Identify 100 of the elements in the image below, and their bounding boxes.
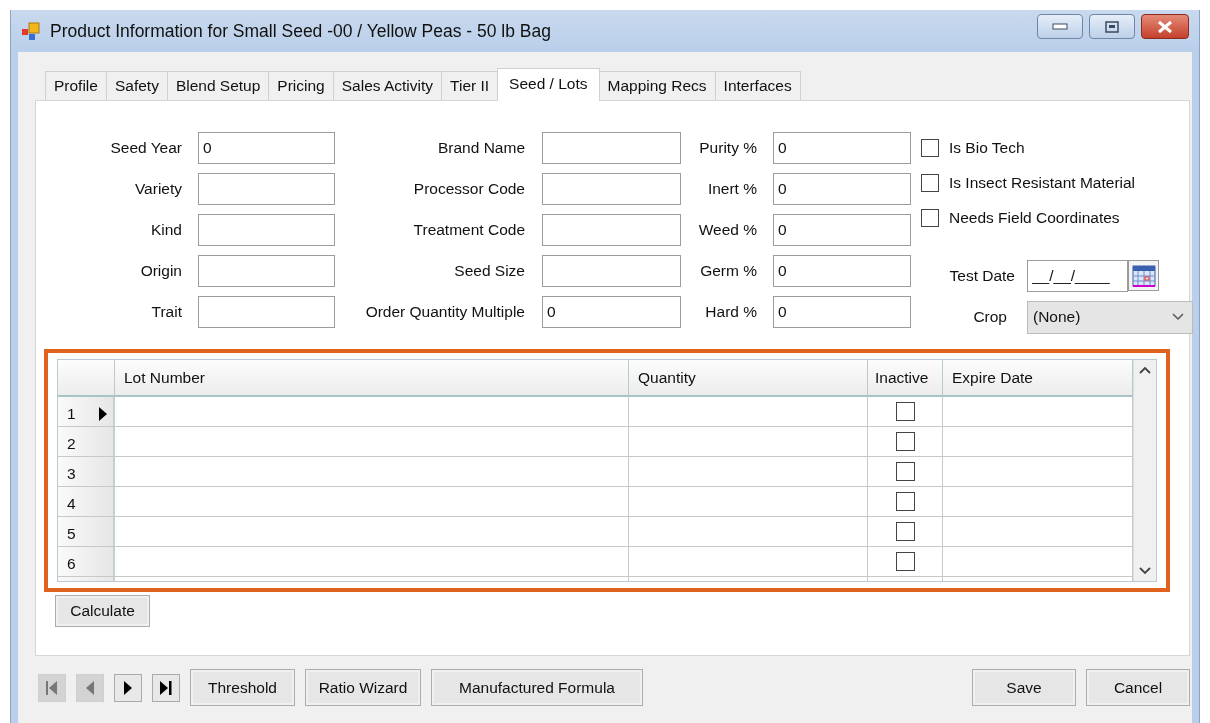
tab[interactable]: Seed / Lots [497, 68, 600, 101]
cancel-button[interactable]: Cancel [1086, 669, 1190, 706]
table-cell[interactable] [115, 517, 629, 547]
checkbox[interactable] [895, 462, 915, 481]
next-record-button[interactable] [114, 673, 142, 702]
checkbox[interactable] [895, 552, 915, 571]
field-label: Order Quantity Multiple [364, 302, 525, 321]
table-cell[interactable] [115, 427, 629, 457]
table-cell[interactable] [629, 487, 868, 517]
text-field[interactable]: 0 [773, 296, 911, 328]
table-cell[interactable] [629, 517, 868, 547]
footer-button[interactable]: Manufactured Formula [431, 669, 643, 706]
row-header[interactable]: 6 [58, 547, 115, 577]
text-field[interactable] [542, 132, 681, 164]
column-header[interactable]: Expire Date [943, 360, 1133, 397]
row-number: 4 [67, 494, 76, 513]
column-header[interactable]: Lot Number [115, 360, 629, 397]
crop-dropdown[interactable]: (None) [1027, 300, 1193, 334]
table-cell[interactable] [629, 397, 868, 427]
checkbox[interactable] [895, 432, 915, 451]
checkbox[interactable] [895, 402, 915, 421]
field-label: Origin [139, 261, 182, 280]
text-field[interactable]: 0 [773, 132, 911, 164]
field-label: Test Date [948, 266, 1015, 285]
chevron-down-icon [1139, 567, 1151, 575]
date-field[interactable]: __/__/____ [1027, 260, 1128, 292]
text-field[interactable]: 0 [773, 255, 911, 287]
tab[interactable]: Interfaces [714, 71, 801, 100]
minimize-icon [1052, 22, 1068, 31]
field-label: Weed % [697, 220, 757, 239]
field-label: Germ % [699, 261, 757, 280]
window-title: Product Information for Small Seed -00 / Yellow Peas - 50 lb Bag [50, 20, 551, 42]
text-field[interactable] [198, 214, 335, 246]
table-cell[interactable] [115, 457, 629, 487]
text-field[interactable]: 0 [773, 214, 911, 246]
row-header[interactable]: 2 [58, 427, 115, 457]
save-button[interactable]: Save [972, 669, 1076, 706]
column-header[interactable]: Quantity [629, 360, 868, 397]
app-icon [21, 21, 41, 41]
row-number: 2 [67, 434, 76, 453]
maximize-button[interactable] [1089, 14, 1135, 39]
text-field[interactable] [198, 296, 335, 328]
calendar-button[interactable] [1128, 260, 1159, 292]
column-header[interactable]: Inactive [868, 360, 943, 397]
tab[interactable]: Profile [45, 71, 107, 100]
calculate-button[interactable]: Calculate [55, 595, 150, 627]
checkbox-label: Needs Field Coordinates [949, 209, 1120, 227]
field-label: Kind [149, 220, 182, 239]
first-icon [45, 679, 59, 696]
field-label: Hard % [704, 302, 757, 321]
chevron-up-icon [1139, 366, 1151, 374]
last-record-button[interactable] [152, 673, 180, 702]
field-label: Processor Code [412, 179, 525, 198]
field-label: Trait [150, 302, 182, 321]
text-field[interactable] [198, 173, 335, 205]
close-icon [1157, 19, 1173, 34]
row-number: 5 [67, 524, 76, 543]
field-label: Crop [972, 308, 1007, 327]
table-cell[interactable] [115, 547, 629, 577]
checkbox-label: Is Bio Tech [949, 139, 1025, 157]
field-label: Variety [133, 179, 182, 198]
row-header[interactable]: 3 [58, 457, 115, 487]
row-number: 1 [67, 404, 76, 423]
field-label: Purity % [698, 138, 757, 157]
table-cell[interactable] [115, 487, 629, 517]
checkbox[interactable] [921, 174, 939, 192]
row-header[interactable]: 5 [58, 517, 115, 547]
field-label: Treatment Code [412, 220, 525, 239]
row-header[interactable]: 1 [58, 397, 115, 427]
chevron-down-icon [1172, 313, 1184, 322]
footer-button[interactable]: Ratio Wizard [305, 669, 421, 706]
text-field[interactable]: 0 [198, 132, 335, 164]
text-field[interactable] [542, 214, 681, 246]
first-record-button[interactable] [38, 673, 66, 702]
text-field[interactable] [542, 173, 681, 205]
table-cell[interactable] [629, 547, 868, 577]
previous-record-button[interactable] [76, 673, 104, 702]
minimize-button[interactable] [1037, 14, 1083, 39]
checkbox[interactable] [921, 209, 939, 227]
row-number: 3 [67, 464, 76, 483]
field-label: Brand Name [437, 138, 525, 157]
table-cell[interactable] [629, 457, 868, 487]
calendar-icon [1131, 264, 1156, 287]
table-cell[interactable] [629, 427, 868, 457]
table-cell[interactable] [115, 397, 629, 427]
text-field[interactable]: 0 [542, 296, 681, 328]
close-button[interactable] [1141, 14, 1189, 39]
scrollbar[interactable] [1133, 360, 1156, 581]
checkbox[interactable] [921, 139, 939, 157]
row-header[interactable]: 4 [58, 487, 115, 517]
text-field[interactable] [198, 255, 335, 287]
text-field[interactable] [542, 255, 681, 287]
maximize-icon [1105, 20, 1119, 33]
checkbox-label: Is Insect Resistant Material [949, 174, 1136, 192]
checkbox[interactable] [895, 522, 915, 541]
checkbox[interactable] [895, 492, 915, 511]
footer-button[interactable]: Threshold [190, 669, 295, 706]
row-number: 6 [67, 554, 76, 573]
field-label: Seed Size [453, 261, 525, 280]
text-field[interactable]: 0 [773, 173, 911, 205]
